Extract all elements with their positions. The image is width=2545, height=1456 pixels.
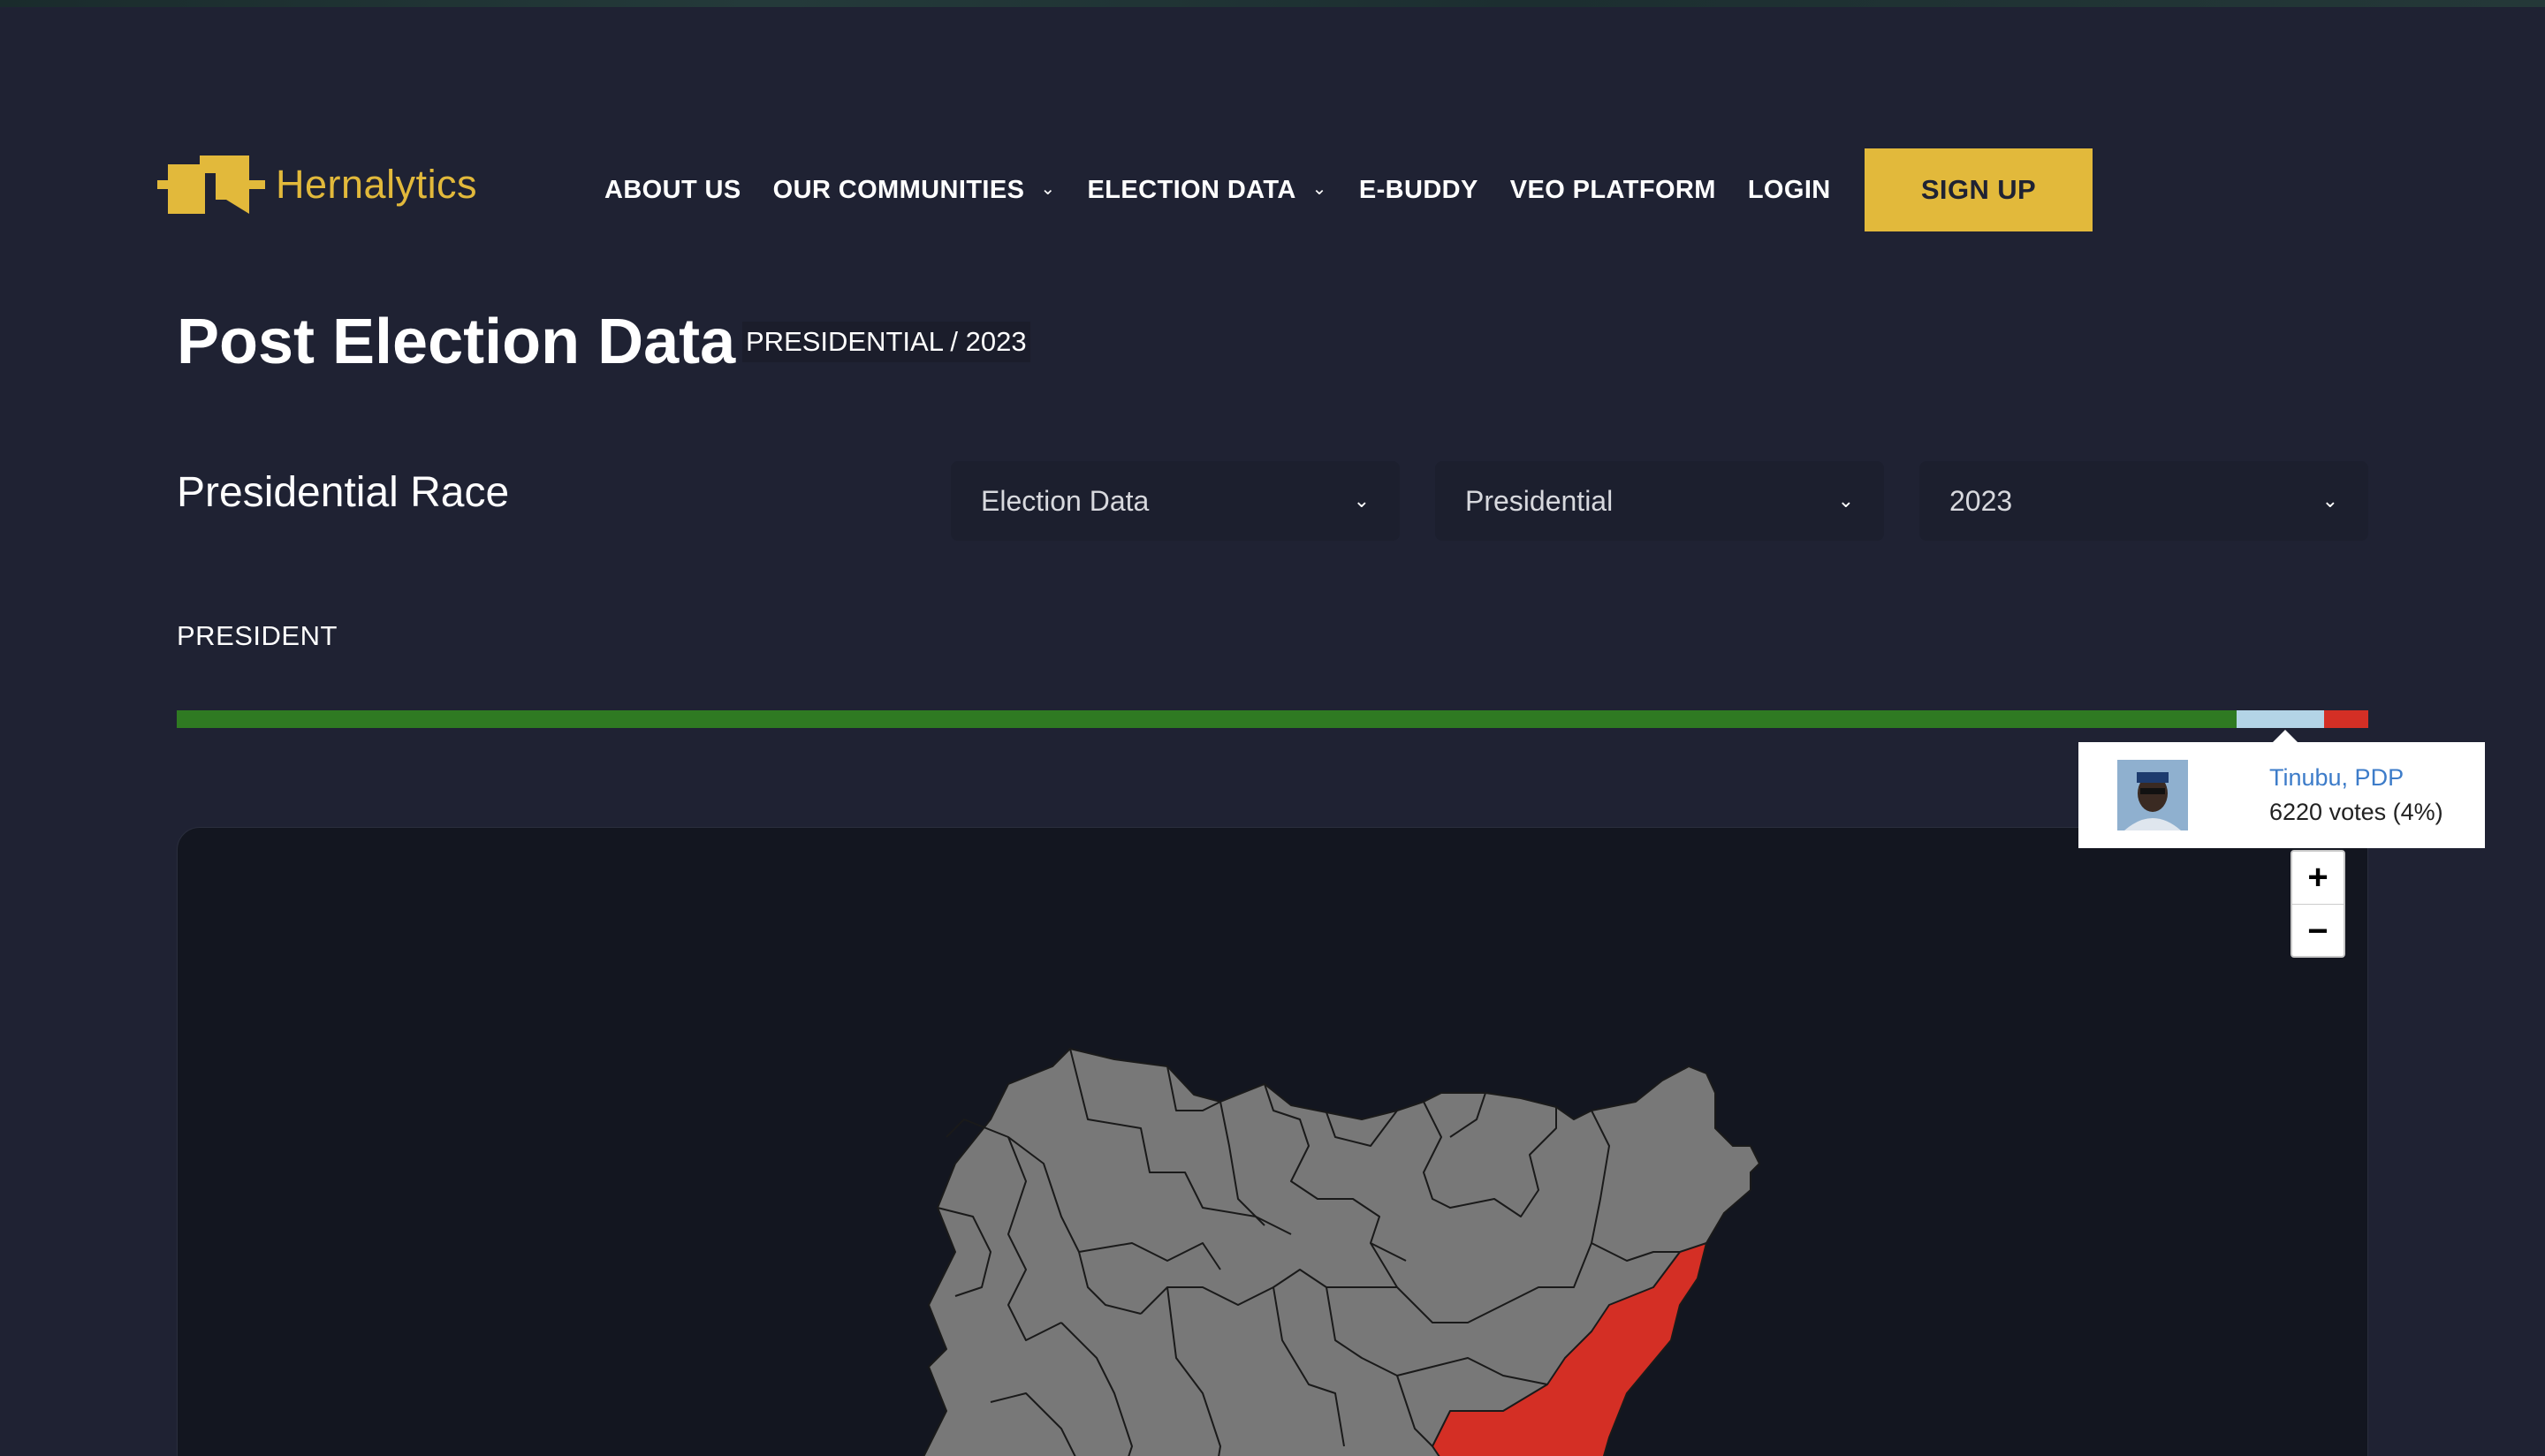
- map-zoom-control: + −: [2290, 850, 2345, 958]
- election-type-select-value: Presidential: [1465, 484, 1614, 517]
- candidate-avatar: [2117, 760, 2188, 830]
- nav-e-buddy[interactable]: E-BUDDY: [1359, 176, 1478, 205]
- brand-logo[interactable]: Hernalytics: [157, 155, 477, 214]
- data-type-select-value: Election Data: [981, 484, 1150, 517]
- chevron-down-icon: ⌄: [2321, 489, 2338, 512]
- brand-name: Hernalytics: [276, 162, 478, 207]
- chevron-down-icon: ⌄: [1837, 489, 1854, 512]
- election-type-select[interactable]: Presidential ⌄: [1435, 461, 1884, 541]
- candidate-tooltip: Tinubu, PDP 6220 votes (4%): [2078, 730, 2485, 848]
- nigeria-states-map[interactable]: [178, 828, 2368, 1456]
- section-label: PRESIDENT: [177, 620, 338, 651]
- candidate-photo-icon: [2117, 760, 2188, 830]
- tooltip-vote-count: 6220 votes (4%): [2269, 799, 2443, 825]
- nav-about-us[interactable]: ABOUT US: [604, 176, 741, 205]
- page-title: Post Election Data: [177, 307, 736, 377]
- zoom-out-button[interactable]: −: [2292, 905, 2344, 958]
- zoom-in-button[interactable]: +: [2292, 852, 2344, 905]
- main-nav: ABOUT US OUR COMMUNITIES ⌄ ELECTION DATA…: [604, 148, 1863, 231]
- results-bar-segment[interactable]: [2237, 710, 2325, 728]
- nav-login[interactable]: LOGIN: [1748, 176, 1831, 205]
- map-panel[interactable]: [177, 827, 2368, 1456]
- nav-our-communities-label: OUR COMMUNITIES: [772, 175, 1025, 204]
- tooltip-candidate-name[interactable]: Tinubu, PDP: [2269, 764, 2443, 792]
- results-share-bar: [177, 710, 2368, 728]
- nav-election-data[interactable]: ELECTION DATA ⌄: [1088, 176, 1327, 205]
- breadcrumb: PRESIDENTIAL / 2023: [742, 322, 1030, 362]
- chevron-down-icon: ⌄: [1311, 178, 1327, 199]
- browser-top-strip: [0, 0, 2545, 7]
- race-title: Presidential Race: [177, 469, 510, 516]
- nav-e-buddy-label: E-BUDDY: [1358, 175, 1478, 204]
- results-bar-segment[interactable]: [2324, 710, 2368, 728]
- nav-veo-platform[interactable]: VEO PLATFORM: [1510, 176, 1716, 205]
- nav-veo-platform-label: VEO PLATFORM: [1509, 175, 1716, 204]
- results-bar-segment[interactable]: [177, 710, 2237, 728]
- nav-election-data-label: ELECTION DATA: [1087, 175, 1296, 204]
- sign-up-button[interactable]: SIGN UP: [1865, 148, 2093, 231]
- chevron-down-icon: ⌄: [1040, 178, 1056, 199]
- data-type-select[interactable]: Election Data ⌄: [951, 461, 1400, 541]
- year-select-value: 2023: [1949, 484, 2013, 517]
- nav-our-communities[interactable]: OUR COMMUNITIES ⌄: [773, 176, 1056, 205]
- year-select[interactable]: 2023 ⌄: [1919, 461, 2368, 541]
- nav-login-label: LOGIN: [1747, 175, 1831, 204]
- chevron-down-icon: ⌄: [1353, 489, 1370, 512]
- logo-mark-icon: [157, 155, 265, 214]
- map-country-shape[interactable]: [893, 1048, 1760, 1456]
- nav-about-us-label: ABOUT US: [604, 175, 741, 204]
